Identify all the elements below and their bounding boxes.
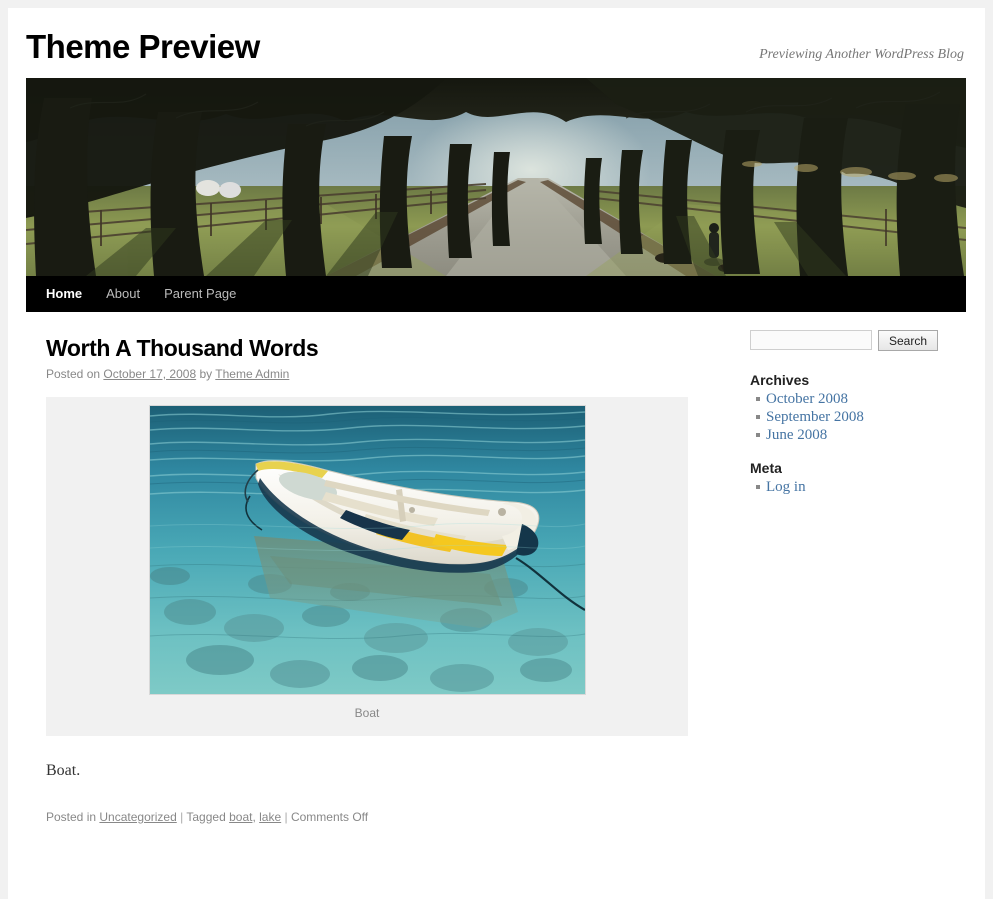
- widget-title-archives: Archives: [750, 372, 810, 388]
- meta-list: Log in: [746, 478, 966, 496]
- archive-link-october-2008[interactable]: October 2008: [766, 391, 848, 407]
- boat-photo-artwork: [149, 406, 585, 694]
- meta-link-log-in[interactable]: Log in: [766, 479, 806, 495]
- nav-item-home[interactable]: Home: [26, 276, 94, 312]
- search-button[interactable]: Search: [878, 330, 939, 351]
- post-meta: Posted on October 17, 2008 by Theme Admi…: [46, 367, 686, 381]
- main-navigation: Home About Parent Page: [26, 276, 966, 312]
- sidebar: Search Archives October 2008 September 2…: [746, 330, 966, 512]
- tag-link-lake[interactable]: lake: [259, 810, 281, 824]
- search-input[interactable]: [750, 330, 872, 350]
- archives-list: October 2008 September 2008 June 2008: [746, 390, 966, 444]
- widget-archives: Archives October 2008 September 2008 Jun…: [746, 372, 966, 444]
- nav-link-about[interactable]: About: [94, 276, 152, 312]
- post-content: Boat Boat.: [46, 397, 688, 780]
- posted-on-label: Posted on: [46, 367, 101, 381]
- site-title[interactable]: Theme Preview: [26, 30, 260, 63]
- tag-separator: ,: [252, 810, 256, 824]
- list-item[interactable]: June 2008: [756, 426, 966, 444]
- site-branding: Theme Preview Previewing Another WordPre…: [26, 8, 966, 78]
- post-author-link[interactable]: Theme Admin: [215, 367, 289, 381]
- utility-separator-2: |: [284, 810, 288, 824]
- nav-item-about[interactable]: About: [94, 276, 152, 312]
- posted-in-label: Posted in: [46, 810, 97, 824]
- post-image[interactable]: [148, 405, 586, 695]
- header-image-artwork: [26, 78, 966, 276]
- image-caption-text: Boat: [354, 706, 380, 720]
- nav-item-parent-page[interactable]: Parent Page: [152, 276, 248, 312]
- archive-link-june-2008[interactable]: June 2008: [766, 427, 827, 443]
- content-column: Worth A Thousand Words Posted on October…: [46, 334, 688, 824]
- tagged-label: Tagged: [186, 810, 226, 824]
- archive-link-september-2008[interactable]: September 2008: [766, 409, 864, 425]
- post-date-link[interactable]: October 17, 2008: [103, 367, 196, 381]
- post-body-text: Boat.: [46, 762, 81, 779]
- list-item[interactable]: Log in: [756, 478, 966, 496]
- widget-meta: Meta Log in: [746, 460, 966, 496]
- by-label: by: [199, 367, 213, 381]
- utility-separator-1: |: [180, 810, 184, 824]
- main-region: Worth A Thousand Words Posted on October…: [26, 312, 966, 824]
- list-item[interactable]: September 2008: [756, 408, 966, 426]
- nav-link-home[interactable]: Home: [26, 276, 94, 312]
- nav-link-parent-page[interactable]: Parent Page: [152, 276, 248, 312]
- widget-title-meta: Meta: [750, 460, 782, 476]
- search-form: Search: [746, 330, 966, 352]
- nav-list: Home About Parent Page: [26, 276, 966, 312]
- tag-link-boat[interactable]: boat: [229, 810, 252, 824]
- comments-status: Comments Off: [290, 810, 369, 824]
- page-wrapper: Theme Preview Previewing Another WordPre…: [8, 8, 985, 899]
- site-description: Previewing Another WordPress Blog: [759, 47, 964, 62]
- category-link[interactable]: Uncategorized: [99, 810, 176, 824]
- list-item[interactable]: October 2008: [756, 390, 966, 408]
- post-title[interactable]: Worth A Thousand Words: [46, 334, 686, 362]
- post-utility: Posted in Uncategorized | Tagged boat, l…: [46, 810, 686, 824]
- header-image: [26, 78, 966, 276]
- image-caption-block: Boat: [46, 397, 688, 736]
